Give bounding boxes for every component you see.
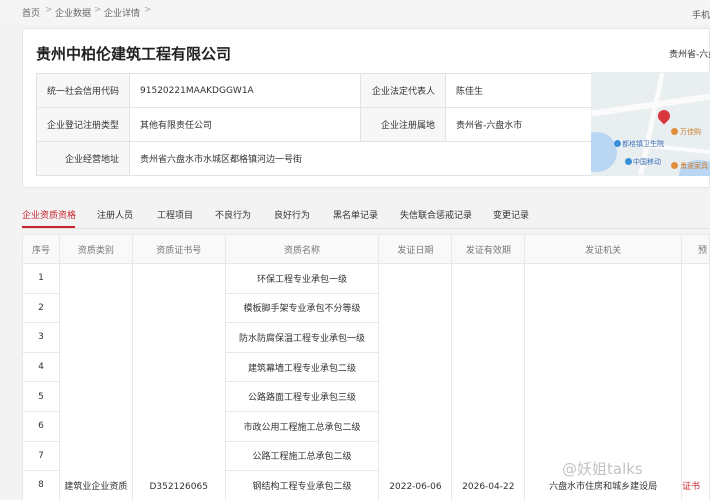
map-poi-label: 都格镇卫生院 [622, 140, 664, 148]
legal-rep-label: 企业法定代表人 [360, 73, 447, 108]
tab-qualifications[interactable]: 企业资质资格 [22, 208, 76, 221]
col-header: 序号 [22, 234, 60, 264]
tabs-divider [22, 228, 710, 229]
address-value: 贵州省六盘水市水城区都格镇河边一号街 [129, 141, 599, 176]
tab-change-records[interactable]: 变更记录 [493, 208, 529, 221]
col-header: 资质证书号 [131, 234, 226, 264]
poi-icon [671, 128, 678, 135]
poi-icon [671, 162, 678, 169]
qualification-name: 市政公用工程施工总承包二级 [224, 410, 380, 442]
detail-tabs: 企业资质资格 注册人员 工程项目 不良行为 良好行为 黑名单记录 失信联合惩戒记… [0, 200, 710, 228]
qualification-name: 公路路面工程专业承包三级 [224, 381, 380, 412]
certificate-number: D352126065 [131, 263, 226, 500]
location-map[interactable]: 万佳购 都格镇卫生院 中国移动 勇波家具 [591, 72, 710, 176]
qualification-name: 钢结构工程专业承包二级 [224, 470, 380, 500]
chevron-right-icon: > [45, 5, 53, 15]
tab-bad-behavior[interactable]: 不良行为 [215, 208, 251, 221]
reg-type-value: 其他有限责任公司 [129, 107, 362, 142]
credit-code-value: 91520221MAAKDGGW1A [129, 73, 362, 108]
reg-place-value: 贵州省-六盘水市 [445, 107, 599, 142]
row-number: 8 [22, 470, 60, 500]
tab-credit-punishment[interactable]: 失信联合惩戒记录 [400, 208, 472, 221]
col-header: 发证机关 [524, 234, 682, 264]
reg-place-label: 企业注册属地 [360, 107, 447, 142]
company-info-table: 统一社会信用代码 91520221MAAKDGGW1A 企业法定代表人 陈佳生 … [35, 73, 599, 176]
certificate-link[interactable]: 证书 [681, 263, 710, 500]
row-number: 5 [22, 381, 60, 412]
row-number: 2 [22, 292, 60, 324]
qualification-name: 建筑幕墙工程专业承包二级 [224, 351, 380, 383]
chevron-right-icon: > [144, 5, 152, 15]
qualification-name: 模板脚手架专业承包不分等级 [224, 292, 380, 324]
qualification-name: 环保工程专业承包一级 [224, 263, 380, 294]
address-label: 企业经营地址 [35, 141, 131, 176]
qualification-category: 建筑业企业资质 [58, 263, 133, 500]
breadcrumb-enterprise-data[interactable]: 企业数据 [55, 6, 91, 19]
tab-good-behavior[interactable]: 良好行为 [274, 208, 310, 221]
poi-icon [625, 158, 632, 165]
mobile-version-link[interactable]: 手机 [692, 8, 710, 21]
col-header: 资质类别 [58, 234, 133, 264]
row-number: 3 [22, 322, 60, 353]
qualification-name: 防水防腐保温工程专业承包一级 [224, 322, 380, 353]
breadcrumb-enterprise-detail: 企业详情 [104, 9, 141, 19]
map-poi-label: 勇波家具 [680, 162, 708, 170]
col-header: 发证日期 [378, 234, 453, 264]
chevron-right-icon: > [94, 5, 102, 15]
watermark: @妖姐talks [562, 460, 643, 478]
qualification-name: 公路工程施工总承包二级 [224, 440, 380, 472]
tab-projects[interactable]: 工程项目 [157, 208, 193, 221]
credit-code-label: 统一社会信用代码 [35, 73, 131, 108]
company-info-card: 贵州中柏伦建筑工程有限公司 贵州省-六盘 统一社会信用代码 91520221MA… [22, 28, 710, 188]
legal-rep-value: 陈佳生 [445, 73, 599, 108]
issue-date: 2022-06-06 [378, 263, 453, 500]
table-header-row: 序号 资质类别 资质证书号 资质名称 发证日期 发证有效期 发证机关 预 [22, 234, 710, 264]
valid-until: 2026-04-22 [451, 263, 526, 500]
breadcrumb-home[interactable]: 首页 [22, 6, 40, 19]
location-pin-icon [655, 107, 673, 125]
row-number: 6 [22, 410, 60, 442]
row-number: 4 [22, 351, 60, 383]
col-header: 资质名称 [224, 234, 380, 264]
tab-blacklist[interactable]: 黑名单记录 [333, 208, 378, 221]
col-header: 发证有效期 [451, 234, 526, 264]
row-number: 1 [22, 263, 60, 294]
table-row: 1 建筑业企业资质 D352126065 环保工程专业承包一级 2022-06-… [22, 263, 710, 500]
row-number: 7 [22, 440, 60, 472]
poi-icon [614, 140, 621, 147]
tab-registered-staff[interactable]: 注册人员 [97, 208, 133, 221]
company-name: 贵州中柏伦建筑工程有限公司 [36, 45, 232, 63]
col-header: 预 [681, 234, 710, 264]
map-poi-label: 中国移动 [633, 158, 661, 166]
breadcrumb: 首页 > 企业数据 > 企业详情 > 手机 [0, 0, 710, 24]
company-region: 贵州省-六盘 [669, 50, 710, 60]
reg-type-label: 企业登记注册类型 [35, 107, 131, 142]
map-poi-label: 万佳购 [680, 128, 701, 136]
